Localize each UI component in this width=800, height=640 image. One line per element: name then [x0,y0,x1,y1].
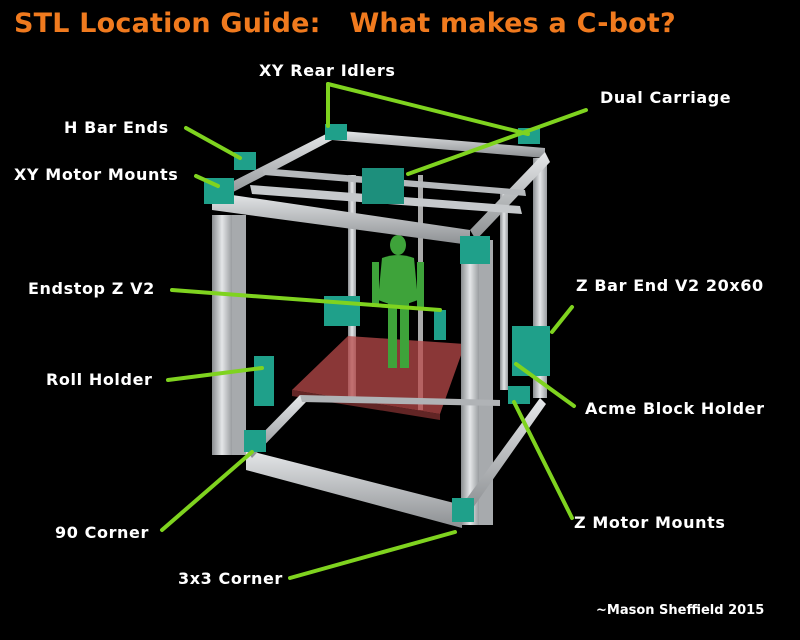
label-xy-motor-mounts: XY Motor Mounts [14,165,179,184]
label-endstop-z-v2: Endstop Z V2 [28,279,155,298]
label-dual-carriage: Dual Carriage [600,88,732,107]
label-acme-block-holder: Acme Block Holder [585,399,765,418]
label-z-bar-end-v2: Z Bar End V2 20x60 [576,276,764,295]
label-90-corner: 90 Corner [55,523,149,542]
label-roll-holder: Roll Holder [46,370,153,389]
label-3x3-corner: 3x3 Corner [178,569,283,588]
label-xy-rear-idlers: XY Rear Idlers [259,61,396,80]
label-h-bar-ends: H Bar Ends [64,118,169,137]
author-credit: ~Mason Sheffield 2015 [596,603,765,618]
frame-bottom [246,395,546,528]
label-z-motor-mounts: Z Motor Mounts [574,513,726,532]
